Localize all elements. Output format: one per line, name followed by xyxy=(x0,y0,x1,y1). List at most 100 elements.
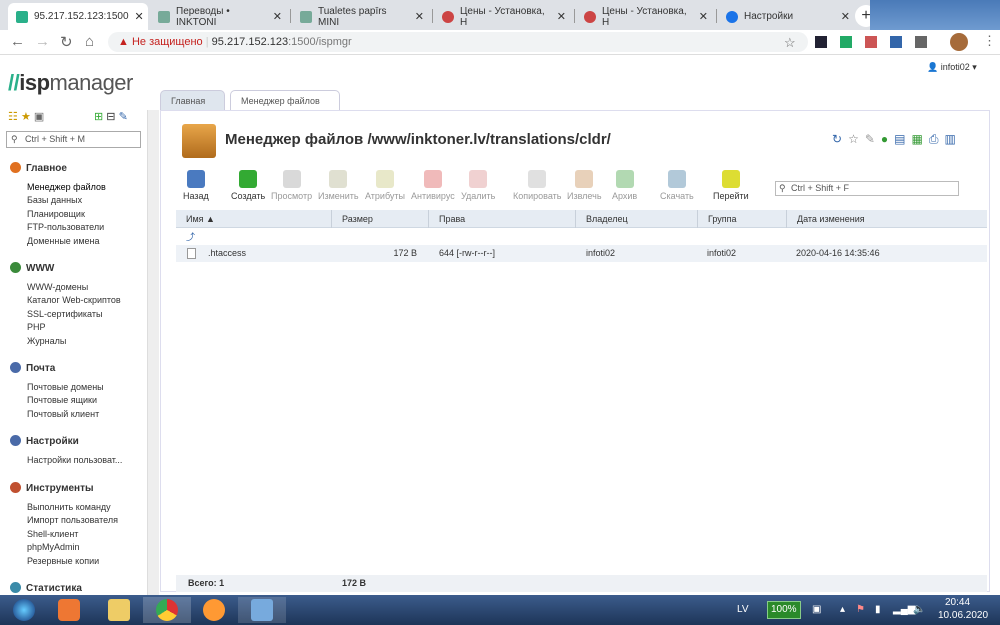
column-header[interactable]: Дата изменения xyxy=(786,210,865,228)
toolbar-button-11[interactable]: Перейти xyxy=(713,170,749,201)
extension-icon[interactable] xyxy=(915,36,927,48)
power-icon[interactable]: ▮ xyxy=(875,595,881,625)
url-input[interactable]: ▲ Не защищено | 95.217.152.123:1500/ispm… xyxy=(108,32,808,52)
extension-icon[interactable] xyxy=(840,36,852,48)
sidebar-item[interactable]: Доменные имена xyxy=(27,236,100,246)
browser-tab[interactable]: Цены - Установка, Н ✕ xyxy=(576,3,716,30)
sidebar-group[interactable]: Почта xyxy=(10,362,55,374)
language-indicator[interactable]: LV xyxy=(737,595,749,625)
filter-input[interactable]: ⚲ Ctrl + Shift + F xyxy=(775,181,959,196)
toolbar-button-8[interactable]: Извлечь xyxy=(567,170,602,201)
refresh-icon[interactable]: ↻ xyxy=(832,132,848,146)
close-icon[interactable]: ✕ xyxy=(841,10,850,23)
sidebar-item[interactable]: Почтовые домены xyxy=(27,382,104,392)
excel-icon[interactable]: ▦ xyxy=(911,132,928,146)
toolbar-button-1[interactable]: Создать xyxy=(231,170,265,201)
menu-search-input[interactable]: ⚲ Ctrl + Shift + M xyxy=(6,131,141,148)
browser-tab[interactable]: Переводы • INKTONI ✕ xyxy=(150,3,290,30)
menu-icon[interactable]: ⋮ xyxy=(983,33,996,49)
tab-file-manager[interactable]: Менеджер файлов ⊗ xyxy=(230,90,340,126)
sidebar-item[interactable]: Импорт пользователя xyxy=(27,515,118,525)
extension-icon[interactable] xyxy=(890,36,902,48)
sidebar-item[interactable]: Резервные копии xyxy=(27,556,99,566)
clock-date[interactable]: 10.06.2020 xyxy=(938,610,988,622)
home-icon[interactable]: ⌂ xyxy=(85,33,94,50)
toolbar-button-2[interactable]: Просмотр xyxy=(271,170,312,201)
security-status[interactable]: Не защищено xyxy=(132,36,203,48)
toolbar-button-6[interactable]: Удалить xyxy=(461,170,495,201)
close-icon[interactable]: ✕ xyxy=(557,10,566,23)
toolbar-button-4[interactable]: Атрибуты xyxy=(365,170,405,201)
toolbar-button-10[interactable]: Скачать xyxy=(660,170,694,201)
sidebar-item[interactable]: Планировщик xyxy=(27,209,85,219)
sidebar-group[interactable]: Статистика xyxy=(10,582,82,594)
app-icon[interactable] xyxy=(190,597,238,623)
table-row[interactable]: .htaccess 172 B 644 [-rw-r--r--] infoti02 in… xyxy=(176,245,987,262)
sidebar-item[interactable]: Журналы xyxy=(27,336,66,346)
browser-tab[interactable]: 95.217.152.123:1500 ✕ xyxy=(8,3,148,30)
tree-icon[interactable]: ☷ xyxy=(8,111,18,123)
pdf-extension-icon[interactable] xyxy=(865,36,877,48)
toolbar-button-3[interactable]: Изменить xyxy=(318,170,359,201)
tab-main[interactable]: Главная xyxy=(160,90,225,110)
user-menu[interactable]: 👤 infoti02 ▾ xyxy=(927,62,977,73)
column-header[interactable]: Группа xyxy=(697,210,737,228)
forward-icon[interactable]: → xyxy=(35,33,50,50)
explorer-icon[interactable] xyxy=(95,597,143,623)
sidebar-group[interactable]: Инструменты xyxy=(10,482,94,494)
clock-time[interactable]: 20:44 xyxy=(945,597,970,609)
close-icon[interactable]: ✕ xyxy=(699,10,708,23)
sidebar-item[interactable]: Выполнить команду xyxy=(27,502,111,512)
volume-icon[interactable]: 🔈 xyxy=(913,595,925,625)
sidebar-item[interactable]: Каталог Web-скриптов xyxy=(27,295,121,305)
favorites-star-icon[interactable]: ★ xyxy=(21,111,31,123)
collapse-all-icon[interactable]: ⊟ xyxy=(106,111,115,123)
column-header[interactable]: Размер xyxy=(331,210,373,228)
back-icon[interactable]: ← xyxy=(10,33,25,50)
sidebar-group[interactable]: Настройки xyxy=(10,435,79,447)
bookmark-star-icon[interactable]: ☆ xyxy=(784,35,796,51)
sidebar-item[interactable]: Базы данных xyxy=(27,195,82,205)
toolbar-button-7[interactable]: Копировать xyxy=(513,170,561,201)
close-icon[interactable]: ✕ xyxy=(135,10,144,23)
close-icon[interactable]: ✕ xyxy=(415,10,424,23)
sidebar-item[interactable]: Менеджер файлов xyxy=(27,182,106,192)
globe-icon[interactable]: ● xyxy=(881,132,894,146)
media-player-icon[interactable] xyxy=(45,597,93,623)
expand-all-icon[interactable]: ⊞ xyxy=(94,111,103,123)
sidebar-scrollbar[interactable] xyxy=(147,110,159,595)
chrome-icon[interactable] xyxy=(143,597,191,623)
column-header[interactable]: Владелец xyxy=(575,210,628,228)
notepad-icon[interactable] xyxy=(238,597,286,623)
export-icon[interactable]: ▤ xyxy=(894,132,911,146)
pin-icon[interactable]: ✎ xyxy=(119,111,128,123)
parent-dir-row[interactable]: ⤴ xyxy=(176,229,987,246)
briefcase-icon[interactable]: ▣ xyxy=(34,111,44,123)
reload-icon[interactable]: ↻ xyxy=(60,33,73,51)
sidebar-item[interactable]: phpMyAdmin xyxy=(27,542,80,552)
star-icon[interactable]: ☆ xyxy=(848,132,865,146)
toolbar-button-0[interactable]: Назад xyxy=(183,170,209,201)
start-button[interactable] xyxy=(0,597,48,623)
sidebar-item[interactable]: Shell-клиент xyxy=(27,529,78,539)
battery-indicator[interactable]: 100% xyxy=(767,601,801,619)
battery-icon[interactable]: ▣ xyxy=(812,595,821,625)
browser-tab[interactable]: Цены - Установка, Н ✕ xyxy=(434,3,574,30)
sidebar-item[interactable]: FTP-пользователи xyxy=(27,222,104,232)
toolbar-button-5[interactable]: Антивирус xyxy=(411,170,455,201)
network-icon[interactable]: ⚑ xyxy=(856,595,865,625)
sidebar-item[interactable]: SSL-сертификаты xyxy=(27,309,102,319)
sidebar-group[interactable]: WWW xyxy=(10,262,54,274)
sidebar-item[interactable]: WWW-домены xyxy=(27,282,88,292)
print-icon[interactable]: ⎙ xyxy=(929,132,945,146)
sidebar-item[interactable]: Почтовый клиент xyxy=(27,409,99,419)
column-header[interactable]: Права xyxy=(428,210,465,228)
settings-icon[interactable]: ▥ xyxy=(944,132,961,146)
sidebar-item[interactable]: Почтовые ящики xyxy=(27,395,97,405)
sidebar-group[interactable]: Главное xyxy=(10,162,67,174)
show-hidden-icons[interactable]: ▴ xyxy=(840,595,845,625)
browser-tab[interactable]: Настройки ✕ xyxy=(718,3,858,30)
close-icon[interactable]: ✕ xyxy=(273,10,282,23)
pin-icon[interactable]: ✎ xyxy=(865,132,881,146)
sidebar-item[interactable]: PHP xyxy=(27,322,46,332)
